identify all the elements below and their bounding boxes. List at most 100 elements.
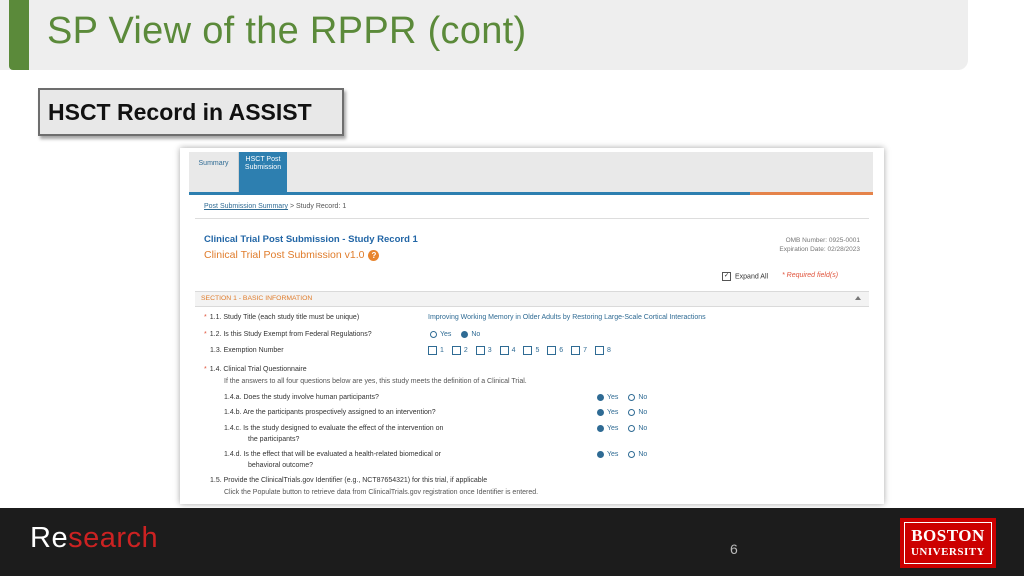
question-1-1-label: 1.1. Study Title (each study title must … [209, 314, 360, 321]
slide-subtitle: HSCT Record in ASSIST [48, 99, 312, 125]
exemption-label: 6 [559, 347, 564, 355]
bu-logo-line1: BOSTON [911, 526, 985, 545]
question-1-5-note: Click the Populate button to retrieve da… [224, 489, 539, 496]
question-1-3-label: 1.3. Exemption Number [210, 347, 284, 354]
breadcrumb-current: > Study Record: 1 [289, 203, 347, 210]
section-header[interactable]: SECTION 1 - BASIC INFORMATION [195, 291, 869, 307]
q14a-no-radio[interactable] [628, 394, 636, 401]
q14d-no-radio[interactable] [628, 451, 636, 458]
q14c-yes-label: Yes [607, 425, 619, 433]
bu-logo-line2: UNIVERSITY [910, 546, 986, 558]
exemption-label: 7 [583, 347, 588, 355]
question-1-2: * 1.2. Is this Study Exempt from Federal … [204, 331, 372, 338]
question-1-4-d-line2: behavioral outcome? [248, 462, 313, 469]
breadcrumb: Post Submission Summary > Study Record: … [204, 203, 346, 210]
exemption-label: 3 [487, 347, 492, 355]
breadcrumb-link[interactable]: Post Submission Summary [204, 203, 288, 210]
q14c-radio-group: Yes No [597, 425, 655, 432]
subtitle-box: HSCT Record in ASSIST [38, 88, 344, 136]
q14c-no-radio[interactable] [628, 425, 636, 432]
tab-strip: Summary HSCT Post Submission [189, 152, 873, 192]
title-accent-bar [9, 0, 29, 70]
boston-university-logo: BOSTON UNIVERSITY [900, 518, 996, 568]
omb-info: OMB Number: 0925-0001 Expiration Date: 0… [779, 236, 860, 254]
q14d-yes-label: Yes [607, 451, 619, 459]
q14b-no-radio[interactable] [628, 409, 636, 416]
q14d-radio-group: Yes No [597, 451, 655, 458]
question-1-2-label: 1.2. Is this Study Exempt from Federal R… [209, 331, 372, 338]
q14a-no-label: No [638, 394, 648, 402]
exempt-yes-label: Yes [440, 331, 452, 339]
exemption-label: 8 [607, 347, 611, 355]
q14c-yes-radio[interactable] [597, 425, 604, 432]
bu-logo-frame: BOSTON UNIVERSITY [904, 522, 992, 564]
tab-hsct-label-line1: HSCT Post [245, 156, 281, 163]
exemption-label: 2 [463, 347, 468, 355]
required-star: * [204, 314, 207, 321]
expiration-date: Expiration Date: 02/28/2023 [779, 246, 860, 253]
record-version: Clinical Trial Post Submission v1.0? [204, 249, 380, 261]
tab-summary-label: Summary [198, 160, 229, 167]
question-1-4-note: If the answers to all four questions bel… [224, 378, 527, 385]
question-1-4-label: 1.4. Clinical Trial Questionnaire [209, 366, 307, 373]
q14a-radio-group: Yes No [597, 394, 655, 401]
exemption-checkbox[interactable] [475, 346, 485, 355]
q14d-yes-radio[interactable] [597, 451, 604, 458]
expand-all-label: Expand All [735, 273, 769, 281]
slide-title: SP View of the RPPR (cont) [47, 10, 527, 52]
exemption-checkbox[interactable] [595, 346, 605, 355]
exemption-checkbox-group: 1 2 3 4 5 6 7 8 [428, 346, 617, 355]
tab-underline-accent [750, 192, 873, 195]
required-fields-note: * Required field(s) [782, 272, 839, 279]
question-1-4-a: 1.4.a. Does the study involve human part… [224, 394, 379, 401]
record-title: Clinical Trial Post Submission - Study R… [204, 234, 418, 245]
omb-number: OMB Number: 0925-0001 [785, 237, 860, 244]
question-1-4-b: 1.4.b. Are the participants prospectivel… [224, 409, 436, 416]
exemption-checkbox[interactable] [523, 346, 533, 355]
research-logo-part2: search [68, 522, 159, 554]
required-star: * [204, 366, 207, 373]
q14a-yes-label: Yes [607, 394, 619, 402]
exempt-no-radio[interactable] [461, 331, 469, 338]
q14c-no-label: No [638, 425, 648, 433]
study-title-value: Improving Working Memory in Older Adults… [428, 314, 706, 321]
divider [195, 218, 869, 219]
question-1-1: * 1.1. Study Title (each study title must… [204, 314, 359, 321]
q14b-radio-group: Yes No [597, 409, 655, 416]
expand-all-checkbox[interactable]: ✓ [722, 272, 731, 281]
caret-up-icon[interactable] [855, 296, 861, 300]
q14a-yes-radio[interactable] [597, 394, 604, 401]
exemption-checkbox[interactable] [499, 346, 509, 355]
exemption-checkbox[interactable] [451, 346, 461, 355]
q14b-yes-radio[interactable] [597, 409, 604, 416]
question-1-4-c-line1: 1.4.c. Is the study designed to evaluate… [224, 425, 444, 432]
exemption-label: 1 [440, 347, 444, 355]
footer-bar: Research 6 BOSTON UNIVERSITY [0, 508, 1024, 576]
exemption-checkbox[interactable] [571, 346, 581, 355]
exempt-radio-group: Yes No [430, 331, 488, 338]
q14d-no-label: No [638, 451, 648, 459]
question-1-5: 1.5. Provide the ClinicalTrials.gov Iden… [210, 477, 488, 484]
question-1-4: * 1.4. Clinical Trial Questionnaire [204, 366, 307, 373]
research-logo: Research [30, 522, 158, 555]
page-number: 6 [730, 541, 738, 557]
exempt-yes-radio[interactable] [430, 331, 437, 338]
help-icon[interactable]: ? [368, 249, 380, 261]
q14b-no-label: No [638, 409, 648, 417]
tab-hsct-post-submission[interactable]: HSCT Post Submission [239, 152, 287, 192]
exemption-label: 4 [511, 347, 516, 355]
required-star: * [204, 331, 207, 338]
question-1-4-d-line1: 1.4.d. Is the effect that will be evalua… [224, 451, 442, 458]
question-1-4-c-line2: the participants? [248, 436, 300, 443]
section-title: SECTION 1 - BASIC INFORMATION [201, 295, 313, 302]
exempt-no-label: No [471, 331, 481, 339]
tab-hsct-label-line2: Submission [244, 164, 282, 171]
assist-screenshot: Summary HSCT Post Submission Post Submis… [180, 148, 884, 504]
question-1-3: 1.3. Exemption Number [210, 347, 284, 354]
exemption-checkbox[interactable] [547, 346, 557, 355]
record-version-label: Clinical Trial Post Submission v1.0 [204, 249, 365, 261]
tab-summary[interactable]: Summary [189, 152, 239, 192]
exemption-checkbox[interactable] [428, 346, 437, 355]
q14b-yes-label: Yes [607, 409, 619, 417]
expand-all-toggle[interactable]: ✓ Expand All [722, 272, 768, 281]
